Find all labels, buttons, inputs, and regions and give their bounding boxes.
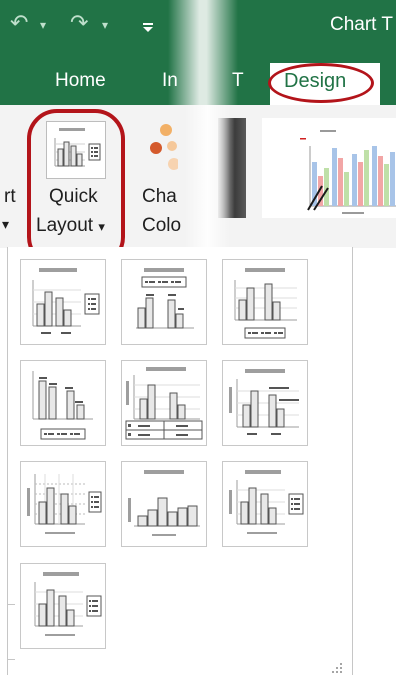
change-colors-label-line1[interactable]: Cha bbox=[142, 186, 177, 208]
layout-2-thumbnail[interactable] bbox=[121, 259, 207, 345]
layout-1-thumbnail[interactable] bbox=[20, 259, 106, 345]
redo-icon[interactable]: ↷ bbox=[70, 10, 88, 36]
divider bbox=[7, 604, 15, 605]
layout-6-thumbnail[interactable] bbox=[222, 360, 308, 446]
customize-qat-icon[interactable] bbox=[142, 20, 154, 32]
layout-4-thumbnail[interactable] bbox=[20, 360, 106, 446]
layout-3-thumbnail[interactable] bbox=[222, 259, 308, 345]
blur-overlay bbox=[168, 0, 238, 110]
highlight-circle bbox=[268, 63, 374, 103]
change-colors-label-line2[interactable]: Colo bbox=[142, 215, 181, 237]
ribbon-fragment-top: rt bbox=[4, 186, 16, 207]
layout-10-thumbnail[interactable] bbox=[20, 563, 106, 649]
blur-overlay bbox=[185, 105, 230, 248]
change-colors-icon[interactable] bbox=[148, 122, 180, 174]
divider bbox=[7, 659, 15, 660]
layout-8-thumbnail[interactable] bbox=[121, 461, 207, 547]
layout-9-thumbnail[interactable] bbox=[222, 461, 308, 547]
window-title: Chart T bbox=[330, 14, 394, 35]
undo-dropdown-icon[interactable]: ▾ bbox=[40, 18, 46, 32]
undo-icon[interactable]: ↶ bbox=[10, 10, 28, 36]
tab-home[interactable]: Home bbox=[55, 70, 106, 92]
highlight-circle bbox=[27, 109, 125, 267]
layout-5-thumbnail[interactable] bbox=[121, 360, 207, 446]
resize-grip-icon[interactable] bbox=[330, 660, 344, 673]
redo-dropdown-icon[interactable]: ▾ bbox=[102, 18, 108, 32]
chart-style-thumbnail[interactable] bbox=[262, 118, 396, 218]
ribbon-fragment-dropdown[interactable]: ▾ bbox=[2, 216, 9, 233]
layout-7-thumbnail[interactable] bbox=[20, 461, 106, 547]
